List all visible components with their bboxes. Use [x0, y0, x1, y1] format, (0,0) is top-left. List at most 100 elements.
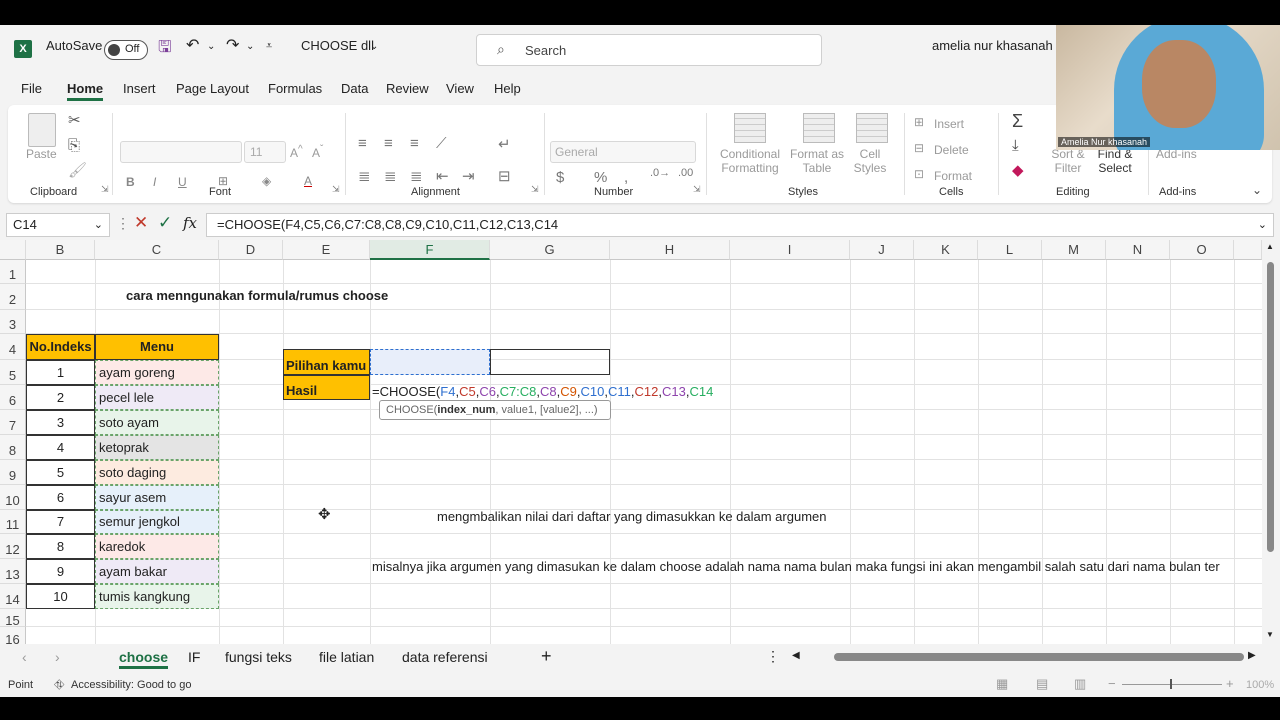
number-format-box[interactable]: General	[550, 141, 696, 163]
sheet-tab-if[interactable]: IF	[188, 649, 200, 665]
select-all[interactable]	[0, 240, 26, 260]
redo-dropdown-icon[interactable]: ⌄	[246, 41, 254, 52]
accessibility-icon[interactable]: ⛗	[54, 677, 64, 693]
shrink-font-icon[interactable]: Aˇ	[312, 143, 323, 160]
dialog-launcher-icon[interactable]: ⇲	[101, 184, 109, 195]
align-center-icon[interactable]: ≣	[384, 167, 397, 185]
horizontal-scroll-thumb[interactable]	[834, 653, 1244, 661]
next-sheet-icon[interactable]: ›	[55, 649, 60, 665]
menu-cell[interactable]: ayam goreng	[95, 360, 219, 385]
increase-indent-icon[interactable]: ⇥	[462, 167, 475, 185]
tab-formulas[interactable]: Formulas	[268, 81, 322, 96]
header-menu[interactable]: Menu	[95, 334, 219, 360]
zoom-slider[interactable]	[1122, 684, 1222, 685]
row-header[interactable]: 15	[0, 609, 26, 628]
index-cell[interactable]: 8	[26, 534, 95, 559]
find-select-button[interactable]: Find & Select	[1090, 147, 1140, 175]
pilihan-extra-cell[interactable]	[490, 349, 610, 375]
tab-file[interactable]: File	[21, 81, 42, 96]
more-options-icon[interactable]: ⋮	[116, 215, 130, 232]
worksheet-grid[interactable]: B C D E F G H I J K L M N O 1 2 3 4 5 6 …	[0, 240, 1262, 644]
scroll-left-icon[interactable]: ◀	[792, 650, 800, 661]
menu-cell[interactable]: pecel lele	[95, 385, 219, 410]
sheet-tab-file-latian[interactable]: file latian	[319, 649, 374, 665]
index-cell[interactable]: 9	[26, 559, 95, 584]
row-header[interactable]: 12	[0, 534, 26, 559]
alignment-launcher-icon[interactable]: ⇲	[531, 184, 539, 195]
menu-cell[interactable]: soto daging	[95, 460, 219, 485]
menu-cell[interactable]: semur jengkol	[95, 510, 219, 534]
header-no-indeks[interactable]: No.Indeks	[26, 334, 95, 360]
wrap-text-icon[interactable]: ↵	[498, 135, 511, 153]
font-color-icon[interactable]: A	[304, 174, 312, 188]
index-cell[interactable]: 3	[26, 410, 95, 435]
tab-help[interactable]: Help	[494, 81, 521, 96]
index-cell[interactable]: 10	[26, 584, 95, 609]
insert-function-icon[interactable]: fx	[183, 214, 197, 232]
index-cell[interactable]: 1	[26, 360, 95, 385]
pilihan-input-cell[interactable]	[370, 349, 490, 375]
index-cell[interactable]: 6	[26, 485, 95, 510]
undo-icon[interactable]: ↶	[186, 35, 199, 55]
format-cells-button[interactable]: Format	[934, 169, 972, 183]
autosum-icon[interactable]: Σ	[1012, 111, 1023, 132]
row-header[interactable]: 14	[0, 584, 26, 609]
index-cell[interactable]: 4	[26, 435, 95, 460]
search-box[interactable]: ⌕ Search	[476, 34, 822, 66]
menu-cell[interactable]: ayam bakar	[95, 559, 219, 584]
row-header[interactable]: 7	[0, 410, 26, 435]
add-sheet-icon[interactable]: +	[541, 646, 552, 667]
row-header[interactable]: 6	[0, 385, 26, 410]
increase-decimal-icon[interactable]: .0→	[650, 167, 670, 179]
format-painter-icon[interactable]: 🖌	[68, 161, 87, 179]
align-right-icon[interactable]: ≣	[410, 167, 423, 185]
paste-icon[interactable]	[28, 113, 56, 147]
save-icon[interactable]: 🖫	[158, 36, 172, 63]
column-header-n[interactable]: N	[1106, 240, 1170, 260]
sheet-tab-choose[interactable]: choose	[119, 649, 169, 669]
column-header-c[interactable]: C	[95, 240, 219, 260]
redo-icon[interactable]: ↷	[226, 35, 239, 55]
column-header-p[interactable]	[1234, 240, 1262, 260]
zoom-in-icon[interactable]: +	[1226, 676, 1234, 691]
insert-cells-icon[interactable]: ⊞	[914, 115, 924, 129]
title-dropdown-icon[interactable]: ⌄	[370, 41, 378, 52]
orientation-icon[interactable]: ⟋	[436, 135, 447, 152]
copy-icon[interactable]: ⎘	[68, 137, 80, 154]
collapse-ribbon-icon[interactable]: ⌄	[1252, 183, 1262, 197]
column-header-b[interactable]: B	[26, 240, 95, 260]
column-header-m[interactable]: M	[1042, 240, 1106, 260]
name-box[interactable]: C14 ⌄	[6, 213, 110, 237]
document-title[interactable]: CHOOSE dll	[301, 38, 374, 53]
tab-data[interactable]: Data	[341, 81, 368, 96]
normal-view-icon[interactable]: ▦	[996, 676, 1008, 692]
column-header-o[interactable]: O	[1170, 240, 1234, 260]
font-launcher-icon[interactable]: ⇲	[332, 184, 340, 195]
tab-page-layout[interactable]: Page Layout	[176, 81, 249, 96]
row-header[interactable]: 10	[0, 485, 26, 510]
row-header[interactable]: 5	[0, 360, 26, 385]
column-header-e[interactable]: E	[283, 240, 370, 260]
cut-icon[interactable]: ✂	[68, 111, 81, 129]
underline-icon[interactable]: U	[178, 175, 187, 189]
align-left-icon[interactable]: ≣	[358, 167, 371, 185]
delete-cells-button[interactable]: Delete	[934, 143, 969, 157]
sheet-tab-fungsi-teks[interactable]: fungsi teks	[225, 649, 292, 665]
sheet-tab-data-referensi[interactable]: data referensi	[402, 649, 488, 665]
zoom-out-icon[interactable]: −	[1108, 676, 1116, 691]
user-name[interactable]: amelia nur khasanah s1	[932, 38, 1070, 53]
pilihan-kamu-label[interactable]: Pilihan kamu	[283, 349, 370, 375]
index-cell[interactable]: 5	[26, 460, 95, 485]
page-break-view-icon[interactable]: ▥	[1074, 676, 1086, 692]
font-size-box[interactable]: 11	[244, 141, 286, 163]
fill-icon[interactable]: ⤓	[1012, 137, 1019, 154]
row-header[interactable]: 16	[0, 627, 26, 644]
conditional-formatting-button[interactable]: Conditional Formatting	[714, 147, 786, 175]
prev-sheet-icon[interactable]: ‹	[22, 649, 27, 665]
column-header-i[interactable]: I	[730, 240, 850, 260]
column-header-h[interactable]: H	[610, 240, 730, 260]
hasil-label[interactable]: Hasil	[283, 375, 370, 400]
vertical-scrollbar[interactable]: ▲ ▼	[1262, 240, 1280, 644]
sort-filter-button[interactable]: Sort & Filter	[1048, 147, 1088, 175]
tab-insert[interactable]: Insert	[123, 81, 156, 96]
